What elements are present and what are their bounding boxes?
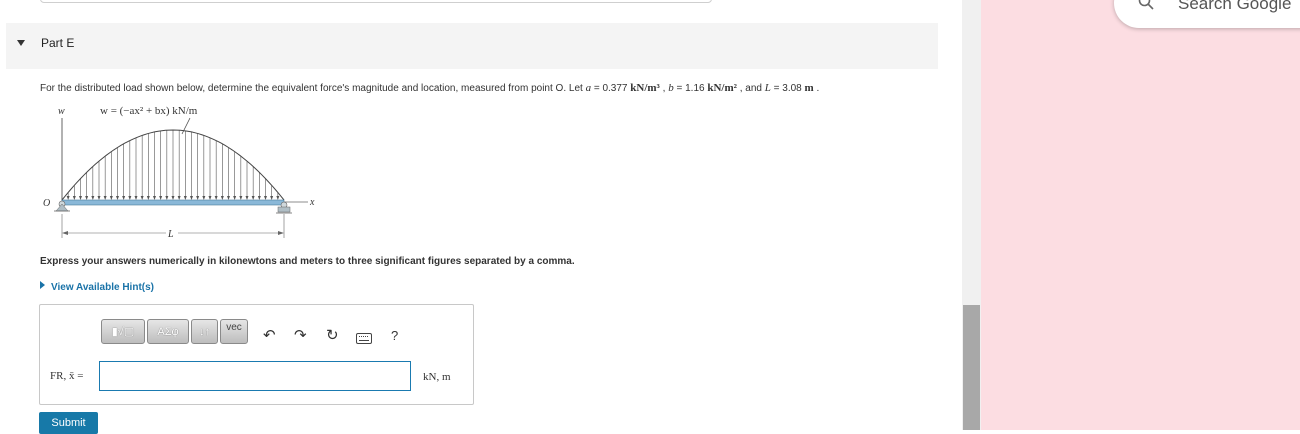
dim-arrow-left — [62, 231, 68, 235]
hint-link-label: View Available Hint(s) — [51, 282, 154, 293]
answer-unit: kN, m — [423, 371, 451, 383]
load-arrowhead — [165, 196, 169, 200]
load-arrowhead — [264, 196, 267, 200]
load-arrowhead — [183, 196, 187, 200]
load-arrowhead — [140, 196, 144, 200]
scrollbar-thumb[interactable] — [963, 305, 980, 430]
load-arrows — [66, 130, 280, 200]
load-equation: w = (−ax² + bx) kN/m — [100, 105, 198, 117]
beam — [61, 199, 285, 206]
collapse-caret-icon[interactable] — [17, 40, 25, 46]
w-axis-label: w — [58, 106, 65, 117]
answer-label: FR, x̄ = — [50, 370, 84, 382]
greek-symbols-button[interactable]: ΑΣφ — [147, 319, 189, 344]
part-header[interactable] — [6, 23, 938, 69]
load-arrowhead — [190, 196, 193, 200]
redo-icon[interactable]: ↷ — [294, 326, 307, 344]
load-arrowhead — [85, 196, 89, 200]
load-arrowhead — [233, 196, 237, 200]
answer-instructions: Express your answers numerically in kilo… — [40, 256, 575, 267]
arrows-label: ↓↑ — [199, 325, 210, 338]
load-arrowhead — [109, 196, 113, 200]
load-arrowhead — [116, 196, 119, 200]
load-arrowhead — [103, 196, 107, 200]
problem-panel: Part E For the distributed load shown be… — [0, 0, 962, 434]
length-label: L — [167, 229, 174, 240]
load-arrowhead — [171, 196, 175, 200]
hint-caret-icon — [40, 281, 45, 289]
side-panel — [981, 0, 1300, 430]
load-arrowhead — [257, 196, 261, 200]
load-arrowhead — [159, 196, 163, 200]
origin-label: O — [43, 198, 50, 209]
vec-label: vec — [226, 322, 242, 333]
help-button[interactable]: ? — [391, 328, 398, 343]
dim-arrow-right — [278, 231, 284, 235]
reset-icon[interactable]: ↻ — [326, 326, 339, 344]
load-arrowhead — [270, 196, 274, 200]
x-axis-label: x — [309, 197, 315, 208]
load-arrowhead — [245, 196, 249, 200]
load-arrowhead — [214, 196, 218, 200]
load-arrowhead — [196, 196, 200, 200]
load-arrowhead — [227, 196, 230, 200]
load-arrowhead — [91, 196, 95, 200]
load-arrowhead — [239, 196, 243, 200]
vector-button[interactable]: vec — [220, 319, 248, 344]
load-arrowhead — [177, 196, 181, 200]
load-arrowhead — [146, 196, 150, 200]
templates-button[interactable]: ▮√▢ — [101, 319, 145, 344]
load-arrowhead — [66, 196, 70, 200]
load-arrowhead — [202, 196, 206, 200]
templates-label: ▮√▢ — [111, 326, 135, 338]
submit-button[interactable]: Submit — [39, 412, 98, 434]
view-hints-link[interactable]: View Available Hint(s) — [40, 281, 154, 293]
load-arrowhead — [134, 196, 138, 200]
load-arrowhead — [122, 196, 126, 200]
load-arrowhead — [220, 196, 224, 200]
load-arrowhead — [97, 196, 101, 200]
subscript-superscript-button[interactable]: ↓↑ — [191, 319, 218, 344]
load-arrowhead — [72, 196, 76, 200]
answer-input[interactable] — [99, 361, 411, 391]
keyboard-icon[interactable] — [356, 333, 372, 344]
load-arrowhead — [251, 196, 255, 200]
search-icon — [1138, 0, 1154, 10]
search-placeholder[interactable]: Search Google — [1178, 0, 1291, 14]
greek-label: ΑΣφ — [157, 325, 179, 338]
load-arrowhead — [128, 196, 132, 200]
load-arrowhead — [276, 196, 280, 200]
load-arrowhead — [208, 196, 212, 200]
load-arrowhead — [79, 196, 82, 200]
load-arrowhead — [153, 196, 156, 200]
distributed-load-figure: w w = (−ax² + bx) kN/m x O L — [43, 105, 315, 240]
undo-icon[interactable]: ↶ — [263, 326, 276, 344]
part-title[interactable]: Part E — [41, 36, 74, 50]
problem-statement: For the distributed load shown below, de… — [40, 82, 820, 94]
previous-answer-box — [40, 0, 712, 3]
